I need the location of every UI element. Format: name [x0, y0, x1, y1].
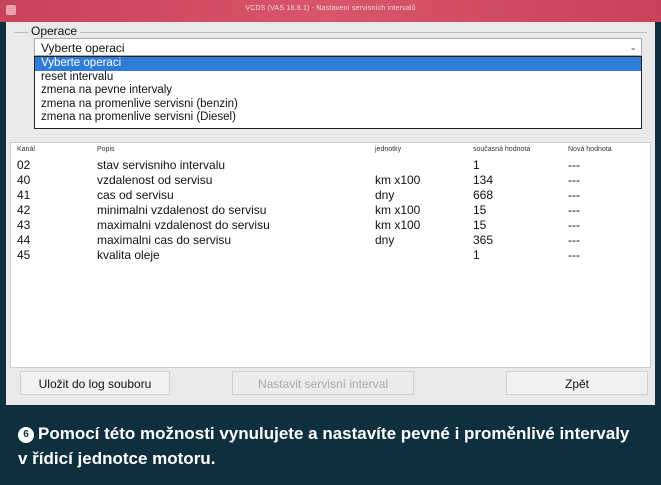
- service-interval-dialog: Operace Vyberte operaci ⌄ Vyberte operac…: [6, 22, 655, 405]
- dropdown-option[interactable]: zmena na promenlive servisni (Diesel): [35, 111, 641, 125]
- cell-popis: maximalni vzdalenost do servisu: [97, 218, 270, 232]
- figure-caption: 6 Pomocí této možnosti vynulujete a nasta…: [0, 405, 661, 485]
- cell-kanal: 42: [17, 203, 31, 217]
- caption-text: Pomocí této možnosti vynulujete a nastav…: [18, 424, 630, 468]
- dropdown-option[interactable]: reset intervalu: [35, 71, 641, 85]
- header-soucasna-hodnota: současná hodnota: [473, 146, 531, 153]
- dropdown-option[interactable]: Vyberte operaci: [35, 57, 641, 71]
- cell-soucasna: 1: [473, 248, 480, 262]
- title-bar: VCDS (VAS 18.8.1) - Nastavení servisních…: [0, 0, 661, 22]
- table-row[interactable]: 41 cas od servisu dny 668 ---: [11, 189, 650, 202]
- cell-soucasna: 15: [473, 218, 487, 232]
- cell-kanal: 40: [17, 173, 31, 187]
- table-row[interactable]: 40 vzdalenost od servisu km x100 134 ---: [11, 174, 650, 187]
- operation-select[interactable]: Vyberte operaci ⌄: [34, 38, 642, 56]
- cell-nova: ---: [568, 173, 580, 187]
- cell-kanal: 44: [17, 233, 31, 247]
- operation-dropdown-list: Vyberte operaci reset intervalu zmena na…: [34, 56, 642, 129]
- table-row[interactable]: 43 maximalni vzdalenost do servisu km x1…: [11, 219, 650, 232]
- cell-popis: vzdalenost od servisu: [97, 173, 213, 187]
- cell-kanal: 41: [17, 188, 31, 202]
- cell-jednotky: dny: [375, 188, 395, 202]
- cell-popis: stav servisniho intervalu: [97, 158, 226, 172]
- cell-soucasna: 365: [473, 233, 494, 247]
- dropdown-option[interactable]: zmena na pevne intervaly: [35, 84, 641, 98]
- cell-nova: ---: [568, 233, 580, 247]
- cell-nova: ---: [568, 188, 580, 202]
- back-button[interactable]: Zpět: [506, 371, 648, 395]
- set-service-interval-button[interactable]: Nastavit servisní interval: [232, 371, 414, 395]
- header-popis: Popis: [97, 146, 115, 153]
- table-row[interactable]: 45 kvalita oleje 1 ---: [11, 249, 650, 262]
- dropdown-option[interactable]: zmena na promenlive servisni (benzin): [35, 98, 641, 112]
- cell-kanal: 43: [17, 218, 31, 232]
- cell-jednotky: dny: [375, 233, 395, 247]
- cell-jednotky: km x100: [375, 173, 421, 187]
- table-row[interactable]: 44 maximalni cas do servisu dny 365 ---: [11, 234, 650, 247]
- cell-soucasna: 15: [473, 203, 487, 217]
- cell-soucasna: 668: [473, 188, 494, 202]
- cell-popis: kvalita oleje: [97, 248, 160, 262]
- window-title: VCDS (VAS 18.8.1) - Nastavení servisních…: [245, 5, 416, 12]
- cell-jednotky: km x100: [375, 203, 421, 217]
- cell-jednotky: km x100: [375, 218, 421, 232]
- chevron-down-icon[interactable]: ⌄: [629, 42, 637, 53]
- operation-select-value: Vyberte operaci: [41, 41, 125, 55]
- save-log-button[interactable]: Uložit do log souboru: [20, 371, 170, 395]
- cell-nova: ---: [568, 158, 580, 172]
- cell-nova: ---: [568, 248, 580, 262]
- channel-table: Kanál Popis jednotky současná hodnota No…: [10, 142, 651, 368]
- group-divider: [14, 32, 647, 33]
- cell-nova: ---: [568, 203, 580, 217]
- cell-popis: cas od servisu: [97, 188, 174, 202]
- cell-soucasna: 134: [473, 173, 494, 187]
- table-row[interactable]: 42 minimalni vzdalenost do servisu km x1…: [11, 204, 650, 217]
- header-kanal: Kanál: [17, 146, 35, 153]
- cell-popis: maximalni cas do servisu: [97, 233, 232, 247]
- operation-group-label: Operace: [28, 24, 81, 38]
- cell-soucasna: 1: [473, 158, 480, 172]
- header-nova-hodnota: Nová hodnota: [568, 146, 612, 153]
- cell-kanal: 45: [17, 248, 31, 262]
- header-jednotky: jednotky: [375, 146, 402, 153]
- cell-nova: ---: [568, 218, 580, 232]
- cell-popis: minimalni vzdalenost do servisu: [97, 203, 267, 217]
- cell-kanal: 02: [17, 158, 31, 172]
- table-row[interactable]: 02 stav servisniho intervalu 1 ---: [11, 159, 650, 172]
- caption-number-badge: 6: [18, 427, 34, 443]
